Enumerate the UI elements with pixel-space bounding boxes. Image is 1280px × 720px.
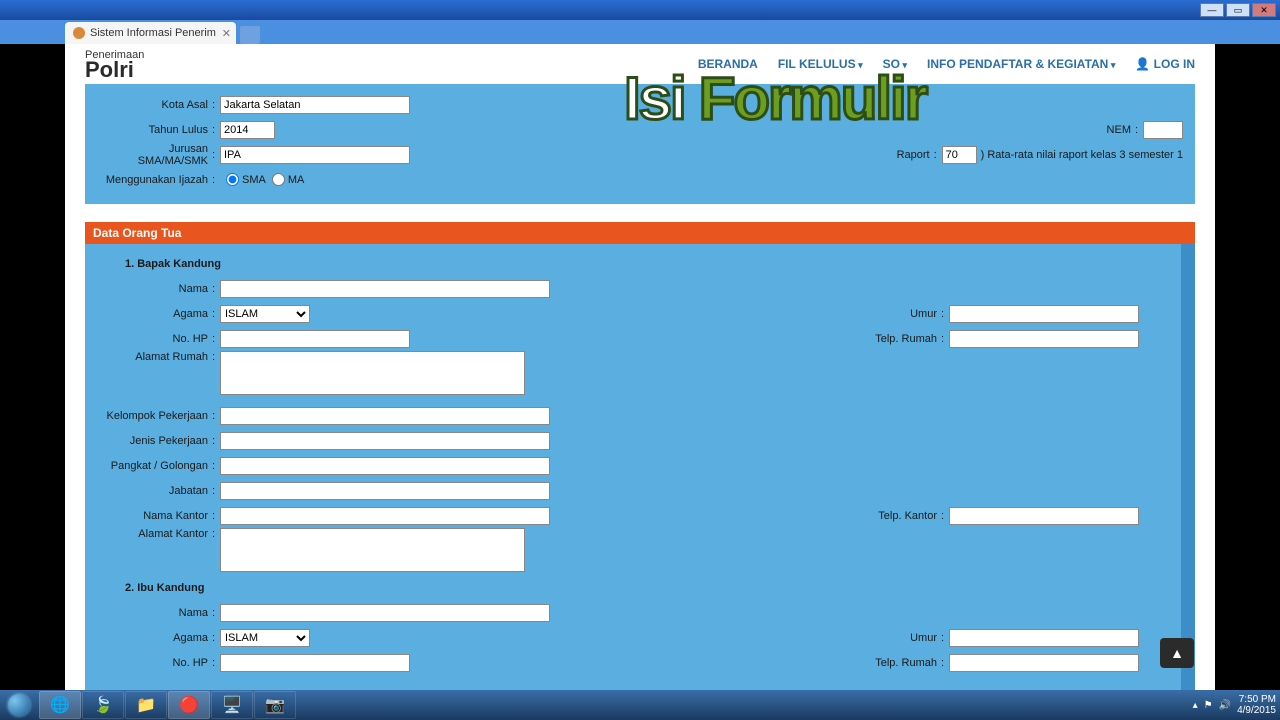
site-logo[interactable]: Penerimaan Polri bbox=[85, 49, 144, 79]
window-minimize-button[interactable]: — bbox=[1200, 3, 1224, 17]
bapak-nama-kantor-label: Nama Kantor bbox=[97, 510, 212, 522]
nav-login[interactable]: 👤 LOG IN bbox=[1135, 57, 1195, 71]
tab-close-icon[interactable]: ✕ bbox=[222, 27, 231, 40]
bapak-kelompok-label: Kelompok Pekerjaan bbox=[97, 410, 212, 422]
bapak-jabatan-input[interactable] bbox=[220, 482, 550, 500]
taskbar-app1[interactable]: 🍃 bbox=[82, 691, 124, 719]
taskbar-chrome[interactable]: 🌐 bbox=[39, 691, 81, 719]
tahun-lulus-label: Tahun Lulus bbox=[97, 124, 212, 136]
nem-input[interactable] bbox=[1143, 121, 1183, 139]
browser-tabstrip: Sistem Informasi Penerim ✕ bbox=[0, 20, 1280, 44]
ibu-nama-label: Nama bbox=[97, 607, 212, 619]
kota-asal-label: Kota Asal bbox=[97, 99, 212, 111]
tray-date: 4/9/2015 bbox=[1237, 705, 1276, 716]
site-header: Penerimaan Polri BERANDA FIL KELULUS SO … bbox=[65, 44, 1215, 84]
new-tab-button[interactable] bbox=[240, 26, 260, 44]
ibu-agama-select[interactable]: ISLAM bbox=[220, 629, 310, 647]
bapak-jenis-input[interactable] bbox=[220, 432, 550, 450]
bapak-agama-select[interactable]: ISLAM bbox=[220, 305, 310, 323]
bapak-agama-label: Agama bbox=[97, 308, 212, 320]
bapak-pangkat-input[interactable] bbox=[220, 457, 550, 475]
taskbar-explorer[interactable]: 📁 bbox=[125, 691, 167, 719]
bapak-jenis-label: Jenis Pekerjaan bbox=[97, 435, 212, 447]
window-maximize-button[interactable]: ▭ bbox=[1226, 3, 1250, 17]
main-nav: BERANDA FIL KELULUS SO INFO PENDAFTAR & … bbox=[698, 57, 1195, 71]
page-scroll[interactable]: Penerimaan Polri BERANDA FIL KELULUS SO … bbox=[65, 44, 1215, 690]
jurusan-label: Jurusan SMA/MA/SMK bbox=[97, 143, 212, 167]
nav-profil[interactable]: FIL KELULUS bbox=[778, 57, 863, 71]
tray-volume-icon[interactable]: 🔊 bbox=[1219, 700, 1231, 711]
bapak-pangkat-label: Pangkat / Golongan bbox=[97, 460, 212, 472]
ijazah-ma-text: MA bbox=[288, 174, 305, 186]
tahun-lulus-input[interactable] bbox=[220, 121, 275, 139]
logo-big: Polri bbox=[85, 61, 144, 79]
letterbox-right bbox=[1215, 44, 1280, 690]
tray-clock[interactable]: 7:50 PM 4/9/2015 bbox=[1237, 694, 1276, 716]
bapak-umur-label: Umur bbox=[863, 308, 941, 320]
ibu-nohp-input[interactable] bbox=[220, 654, 410, 672]
bapak-alamat-rumah-input[interactable] bbox=[220, 351, 525, 395]
ibu-nohp-label: No. HP bbox=[97, 657, 212, 669]
raport-note: ) Rata-rata nilai raport kelas 3 semeste… bbox=[981, 149, 1183, 161]
bapak-telp-kantor-input[interactable] bbox=[949, 507, 1139, 525]
browser-tab[interactable]: Sistem Informasi Penerim ✕ bbox=[65, 22, 236, 44]
bapak-telp-kantor-label: Telp. Kantor bbox=[863, 510, 941, 522]
ibu-nama-input[interactable] bbox=[220, 604, 550, 622]
bapak-alamat-kantor-input[interactable] bbox=[220, 528, 525, 572]
ijazah-label: Menggunakan Ijazah bbox=[97, 174, 212, 186]
bapak-alamat-kantor-label: Alamat Kantor bbox=[97, 528, 212, 540]
ibu-umur-input[interactable] bbox=[949, 629, 1139, 647]
education-panel: Kota Asal: Tahun Lulus: NEM: Jurusan SMA… bbox=[85, 84, 1195, 204]
taskbar-app2[interactable]: 🖥️ bbox=[211, 691, 253, 719]
window-titlebar: — ▭ ✕ bbox=[0, 0, 1280, 20]
ibu-umur-label: Umur bbox=[863, 632, 941, 644]
system-tray[interactable]: ▴ ⚑ 🔊 7:50 PM 4/9/2015 bbox=[1193, 694, 1280, 716]
bapak-telp-rumah-input[interactable] bbox=[949, 330, 1139, 348]
bapak-nohp-label: No. HP bbox=[97, 333, 212, 345]
ortu-panel: 1. Bapak Kandung Nama: Agama: ISLAM Umur… bbox=[85, 244, 1195, 690]
nav-beranda[interactable]: BERANDA bbox=[698, 57, 758, 71]
letterbox-left bbox=[0, 44, 65, 690]
jurusan-input[interactable] bbox=[220, 146, 410, 164]
bapak-alamat-rumah-label: Alamat Rumah bbox=[97, 351, 212, 363]
tray-time: 7:50 PM bbox=[1237, 694, 1276, 705]
raport-label: Raport bbox=[856, 149, 934, 161]
bapak-title: 1. Bapak Kandung bbox=[125, 258, 1169, 270]
ijazah-sma-radio[interactable] bbox=[226, 173, 239, 186]
bapak-nohp-input[interactable] bbox=[220, 330, 410, 348]
nem-label: NEM bbox=[1057, 124, 1135, 136]
scroll-top-button[interactable]: ▲ bbox=[1160, 638, 1194, 668]
ibu-telp-rumah-input[interactable] bbox=[949, 654, 1139, 672]
taskbar-camera[interactable]: 📷 bbox=[254, 691, 296, 719]
window-close-button[interactable]: ✕ bbox=[1252, 3, 1276, 17]
nav-so[interactable]: SO bbox=[883, 57, 907, 71]
tray-flag-icon[interactable]: ⚑ bbox=[1204, 700, 1213, 711]
page-viewport: Penerimaan Polri BERANDA FIL KELULUS SO … bbox=[65, 44, 1215, 690]
ibu-agama-label: Agama bbox=[97, 632, 212, 644]
ijazah-sma-text: SMA bbox=[242, 174, 266, 186]
bapak-umur-input[interactable] bbox=[949, 305, 1139, 323]
tray-up-icon[interactable]: ▴ bbox=[1193, 700, 1198, 711]
ortu-header: Data Orang Tua bbox=[85, 222, 1195, 244]
favicon-icon bbox=[73, 27, 85, 39]
bapak-jabatan-label: Jabatan bbox=[97, 485, 212, 497]
bapak-nama-input[interactable] bbox=[220, 280, 550, 298]
raport-input[interactable] bbox=[942, 146, 977, 164]
taskbar-chrome2[interactable]: 🔴 bbox=[168, 691, 210, 719]
tab-title: Sistem Informasi Penerim bbox=[90, 27, 216, 39]
kota-asal-input[interactable] bbox=[220, 96, 410, 114]
bapak-nama-label: Nama bbox=[97, 283, 212, 295]
bapak-nama-kantor-input[interactable] bbox=[220, 507, 550, 525]
nav-info[interactable]: INFO PENDAFTAR & KEGIATAN bbox=[927, 57, 1115, 71]
windows-taskbar: 🌐 🍃 📁 🔴 🖥️ 📷 ▴ ⚑ 🔊 7:50 PM 4/9/2015 bbox=[0, 690, 1280, 720]
ibu-title: 2. Ibu Kandung bbox=[125, 582, 1169, 594]
bapak-kelompok-input[interactable] bbox=[220, 407, 550, 425]
windows-orb-icon bbox=[8, 694, 30, 716]
start-button[interactable] bbox=[0, 690, 38, 720]
ijazah-ma-radio[interactable] bbox=[272, 173, 285, 186]
ibu-telp-rumah-label: Telp. Rumah bbox=[863, 657, 941, 669]
bapak-telp-rumah-label: Telp. Rumah bbox=[863, 333, 941, 345]
